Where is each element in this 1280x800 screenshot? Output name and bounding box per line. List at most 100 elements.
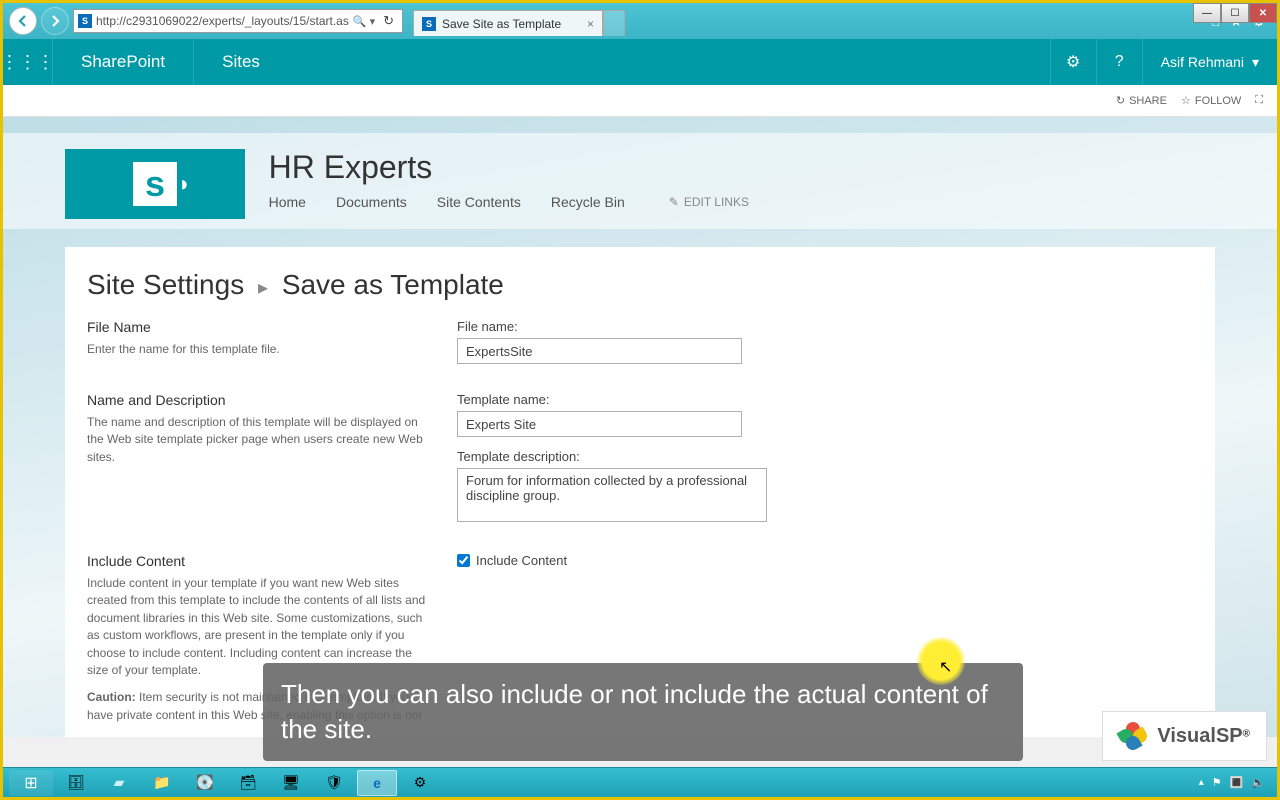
focus-icon: ⛶	[1255, 94, 1263, 107]
search-dropdown-icon[interactable]: 🔍 ▾	[349, 15, 379, 28]
browser-back-button[interactable]	[9, 7, 37, 35]
window-controls: — ☐ ✕	[1193, 3, 1277, 23]
site-meta: HR Experts Home Documents Site Contents …	[269, 149, 749, 210]
suite-sites-link[interactable]: Sites	[194, 52, 288, 72]
sharepoint-favicon-icon: S	[78, 14, 92, 28]
edit-links-label: EDIT LINKS	[684, 195, 749, 209]
template-name-label: Template name:	[457, 392, 767, 407]
taskbar-settings[interactable]: ⚙	[400, 770, 440, 796]
url-input[interactable]	[96, 10, 349, 32]
file-name-desc: Enter the name for this template file.	[87, 341, 427, 358]
suite-brand-label[interactable]: SharePoint	[53, 39, 194, 85]
start-button[interactable]: ⊞	[9, 770, 53, 796]
refresh-icon[interactable]: ↻	[379, 13, 398, 29]
include-heading: Include Content	[87, 553, 427, 569]
tray-network-icon[interactable]: 🔳	[1230, 776, 1244, 789]
follow-label: FOLLOW	[1195, 95, 1241, 107]
monitor-icon: 🖥	[280, 774, 302, 792]
taskbar: ⊞ 🗄 ▰ 📁 💽 🗃 🖥 🛡 e ⚙ ▴ ⚑ 🔳 🔈	[3, 767, 1277, 797]
visualsp-logo-icon	[1119, 722, 1147, 750]
user-name-label: Asif Rehmani	[1161, 54, 1244, 70]
page-body: s HR Experts Home Documents Site Content…	[3, 117, 1277, 737]
include-content-checkbox[interactable]	[457, 554, 470, 567]
page-action-bar: ↻ SHARE ☆ FOLLOW ⛶	[3, 85, 1277, 117]
site-header: s HR Experts Home Documents Site Content…	[3, 133, 1277, 229]
sharepoint-tab-icon: S	[422, 17, 436, 31]
share-button[interactable]: ↻ SHARE	[1116, 94, 1167, 107]
template-desc-label: Template description:	[457, 449, 767, 464]
system-tray: ▴ ⚑ 🔳 🔈	[1199, 776, 1271, 789]
browser-forward-button[interactable]	[41, 7, 69, 35]
template-desc-input[interactable]: Forum for information collected by a pro…	[457, 468, 767, 522]
edit-links-button[interactable]: ✎ EDIT LINKS	[669, 195, 749, 209]
powershell-icon: ▰	[108, 774, 130, 792]
taskbar-server-manager[interactable]: 🗄	[56, 770, 96, 796]
browser-tab-title: Save Site as Template	[442, 17, 561, 31]
shield-icon: 🛡	[323, 774, 345, 792]
site-title: HR Experts	[269, 149, 749, 186]
nav-site-contents[interactable]: Site Contents	[437, 194, 521, 210]
file-name-label: File name:	[457, 319, 742, 334]
taskbar-powershell[interactable]: ▰	[99, 770, 139, 796]
nav-home[interactable]: Home	[269, 194, 306, 210]
crumb-current: Save as Template	[282, 269, 504, 300]
cursor-highlight: ↖	[917, 637, 965, 685]
tray-volume-icon[interactable]: 🔈	[1251, 776, 1265, 789]
taskbar-ie[interactable]: e	[357, 770, 397, 796]
name-desc-text: The name and description of this templat…	[87, 414, 427, 466]
cursor-arrow-icon: ↖	[939, 657, 952, 677]
db-icon: 🗃	[237, 774, 259, 792]
browser-tabs: S Save Site as Template ×	[413, 6, 625, 36]
tab-close-icon[interactable]: ×	[587, 17, 594, 31]
browser-new-tab-button[interactable]	[603, 10, 625, 36]
window-minimize-button[interactable]: —	[1193, 3, 1221, 23]
window-maximize-button[interactable]: ☐	[1221, 3, 1249, 23]
window-close-button[interactable]: ✕	[1249, 3, 1277, 23]
address-bar[interactable]: S 🔍 ▾ ↻	[73, 9, 403, 33]
pencil-icon: ✎	[669, 195, 679, 209]
site-logo[interactable]: s	[65, 149, 245, 219]
arrow-left-icon	[16, 14, 30, 28]
visualsp-badge: VisualSP®	[1102, 711, 1267, 761]
app-launcher-button[interactable]: ⋮⋮⋮	[3, 39, 53, 85]
top-nav: Home Documents Site Contents Recycle Bin…	[269, 194, 749, 210]
focus-button[interactable]: ⛶	[1255, 94, 1263, 107]
nav-documents[interactable]: Documents	[336, 194, 407, 210]
sharepoint-logo-icon: s	[133, 162, 177, 206]
section-name-description: Name and Description The name and descri…	[87, 392, 1215, 525]
server-icon: 🗄	[65, 774, 87, 792]
name-desc-heading: Name and Description	[87, 392, 427, 408]
include-content-checkbox-row: Include Content	[457, 553, 567, 568]
share-label: SHARE	[1129, 95, 1167, 107]
taskbar-app1[interactable]: 💽	[185, 770, 225, 796]
file-name-input[interactable]	[457, 338, 742, 364]
help-button[interactable]: ?	[1096, 39, 1142, 85]
settings-gear-button[interactable]: ⚙	[1050, 39, 1096, 85]
taskbar-app3[interactable]: 🖥	[271, 770, 311, 796]
star-icon: ☆	[1181, 94, 1191, 107]
video-caption: Then you can also include or not include…	[263, 663, 1023, 761]
chevron-down-icon: ▾	[1252, 54, 1259, 71]
folder-icon: 📁	[151, 774, 173, 792]
taskbar-app4[interactable]: 🛡	[314, 770, 354, 796]
taskbar-app2[interactable]: 🗃	[228, 770, 268, 796]
tray-show-hidden[interactable]: ▴	[1199, 777, 1204, 788]
taskbar-explorer[interactable]: 📁	[142, 770, 182, 796]
include-content-checkbox-label: Include Content	[476, 553, 567, 568]
crumb-site-settings[interactable]: Site Settings	[87, 269, 244, 300]
section-file-name: File Name Enter the name for this templa…	[87, 319, 1215, 364]
tray-flag-icon[interactable]: ⚑	[1212, 776, 1222, 789]
suite-right: ⚙ ? Asif Rehmani ▾	[1050, 39, 1277, 85]
browser-tab-active[interactable]: S Save Site as Template ×	[413, 10, 603, 36]
follow-button[interactable]: ☆ FOLLOW	[1181, 94, 1241, 107]
caution-label: Caution:	[87, 690, 136, 704]
user-menu[interactable]: Asif Rehmani ▾	[1142, 39, 1277, 85]
share-icon: ↻	[1116, 94, 1125, 107]
gear-icon: ⚙	[409, 774, 431, 792]
nav-recycle-bin[interactable]: Recycle Bin	[551, 194, 625, 210]
file-name-heading: File Name	[87, 319, 427, 335]
browser-toolbar: S 🔍 ▾ ↻ S Save Site as Template × ⌂ ★ ⚙	[3, 3, 1277, 39]
visualsp-text: VisualSP®	[1157, 725, 1250, 748]
ie-icon: e	[366, 774, 388, 792]
template-name-input[interactable]	[457, 411, 742, 437]
